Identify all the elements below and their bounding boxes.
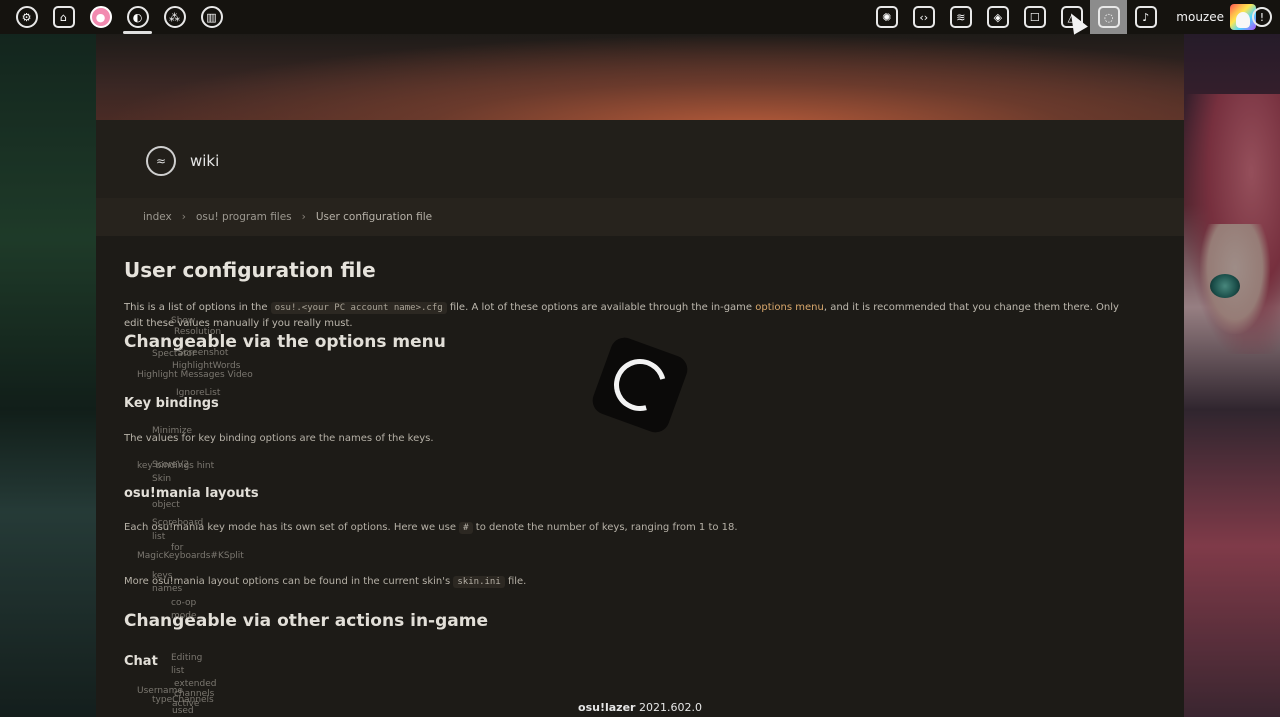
intro-text: This is a list of options in the	[124, 302, 268, 313]
intro-code: osu!.<your PC account name>.cfg	[270, 302, 447, 314]
toolbar-left-group: ⚙ ⌂ ● ◐ ⁂ ▥	[8, 0, 230, 34]
notifications-button[interactable]: !	[1250, 6, 1274, 28]
section-heading-mania-layouts: osu!mania layouts	[124, 486, 259, 501]
ghost-text: Show	[171, 316, 196, 326]
alert-icon: !	[1252, 7, 1272, 27]
chat-icon: ☐	[1023, 6, 1046, 28]
toolbar: ⚙ ⌂ ● ◐ ⁂ ▥ ✺ ‹› ≋ ◈ ☐ △ ◌ ♪ mouzee !	[0, 0, 1280, 34]
wiki-title: wiki	[190, 152, 220, 170]
changelog-button[interactable]: ‹›	[905, 0, 942, 34]
page-title: User configuration file	[124, 258, 376, 282]
breadcrumb-item-index[interactable]: index	[143, 211, 172, 223]
ghost-text: key bindings hint	[137, 461, 215, 471]
breadcrumb-current: User configuration file	[315, 211, 433, 223]
ghost-text: Spectator	[152, 349, 196, 359]
wiki-logo-icon: ≈	[146, 146, 176, 176]
ruleset-osu-button[interactable]: ●	[82, 0, 119, 34]
taiko-ruleset-icon: ◐	[126, 6, 149, 28]
ghost-text: mode	[171, 611, 197, 621]
username-label[interactable]: mouzee	[1176, 10, 1224, 24]
more-mania-text: More osu!mania layout options can be fou…	[124, 576, 527, 588]
header-banner	[96, 34, 1184, 120]
ghost-text: Skin	[152, 474, 172, 484]
version-footer: osu!lazer 2021.602.0	[0, 701, 1280, 714]
ghost-text: Highlight Messages Video	[137, 370, 253, 380]
ghost-text: Editing	[171, 653, 203, 663]
ghost-text: keys	[152, 571, 173, 581]
osu-ruleset-icon: ●	[89, 6, 112, 28]
section-heading-chat: Chat	[124, 654, 158, 669]
skin-ini-code: skin.ini	[453, 576, 505, 588]
wiki-button[interactable]: ◌	[1090, 0, 1128, 34]
gear-icon: ⚙	[15, 6, 38, 28]
wiki-title-bar: ≈ wiki	[96, 120, 1184, 202]
wiki-article: User configuration file This is a list o…	[96, 258, 1184, 331]
app-version: 2021.602.0	[638, 701, 702, 714]
breadcrumb: index › osu! program files › User config…	[96, 198, 1184, 236]
music-icon: ♪	[1134, 6, 1157, 28]
chat-button[interactable]: ☐	[1016, 0, 1053, 34]
rankings-icon: ≋	[949, 6, 972, 28]
options-menu-link[interactable]: options menu	[755, 302, 824, 313]
section-heading-key-bindings: Key bindings	[124, 396, 219, 411]
ruleset-taiko-button[interactable]: ◐	[119, 0, 156, 34]
ruleset-catch-button[interactable]: ⁂	[156, 0, 193, 34]
mania-ruleset-icon: ▥	[200, 6, 223, 28]
settings-button[interactable]: ⚙	[8, 0, 45, 34]
loading-spinner	[588, 333, 692, 437]
home-icon: ⌂	[52, 6, 75, 28]
ghost-text: object	[152, 500, 180, 510]
intro-paragraph: This is a list of options in the osu!.<y…	[124, 300, 1134, 331]
ghost-text: co-op	[171, 598, 197, 608]
home-button[interactable]: ⌂	[45, 0, 82, 34]
chevron-right-icon: ›	[301, 211, 306, 223]
ghost-text: list	[152, 532, 166, 542]
catch-ruleset-icon: ⁂	[163, 6, 186, 28]
beatmap-listing-button[interactable]: ◈	[979, 0, 1016, 34]
news-icon: ✺	[875, 6, 898, 28]
changelog-icon: ‹›	[912, 6, 935, 28]
news-button[interactable]: ✺	[868, 0, 905, 34]
mania-layouts-text: Each osu!mania key mode has its own set …	[124, 522, 738, 534]
chevron-right-icon: ›	[181, 211, 186, 223]
ghost-text: MagicKeyboards#KSplit	[137, 551, 244, 561]
ghost-text: list	[171, 666, 185, 676]
ghost-text: names	[152, 584, 183, 594]
ghost-text: Minimize	[152, 426, 192, 436]
rankings-button[interactable]: ≋	[942, 0, 979, 34]
ghost-text: IgnoreList	[176, 388, 221, 398]
ghost-text: Resolution	[174, 327, 222, 337]
wiki-icon: ◌	[1097, 6, 1120, 28]
intro-text: file. A lot of these options are availab…	[449, 302, 753, 313]
more-mania-text-part: file.	[507, 576, 527, 587]
mania-text: to denote the number of keys, ranging fr…	[475, 522, 738, 533]
music-button[interactable]: ♪	[1127, 0, 1164, 34]
ghost-text: Scoreboard	[152, 518, 204, 528]
breadcrumb-item-program-files[interactable]: osu! program files	[196, 211, 292, 223]
ruleset-mania-button[interactable]: ▥	[193, 0, 230, 34]
app-name: osu!lazer	[578, 701, 636, 714]
mania-code: #	[459, 522, 473, 534]
beatmap-listing-icon: ◈	[986, 6, 1009, 28]
